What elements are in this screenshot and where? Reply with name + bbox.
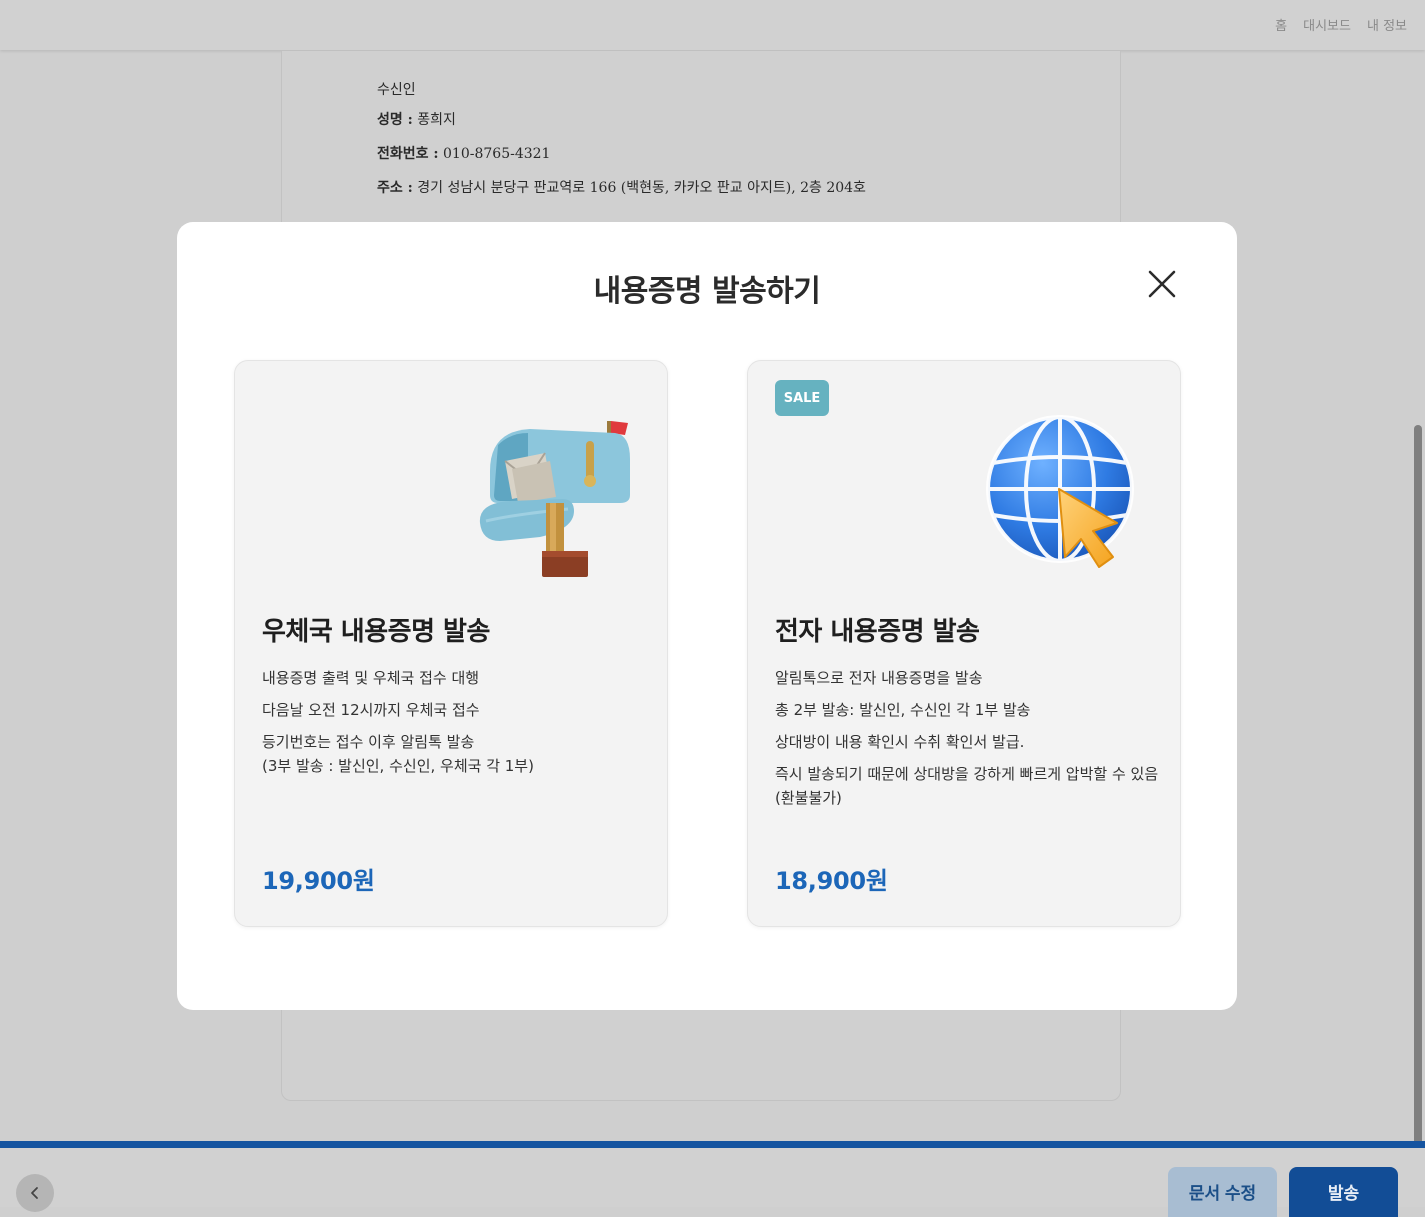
electronic-card-details: 알림톡으로 전자 내용증명을 발송 총 2부 발송: 발신인, 수신인 각 1부…	[775, 666, 1170, 818]
recipient-name-row: 성명 : 퐁희지	[377, 109, 866, 129]
detail-line: 총 2부 발송: 발신인, 수신인 각 1부 발송	[775, 701, 1031, 719]
electronic-option-card[interactable]: SALE 전자 내용증명 발송 알림톡으로 전자 내용증명을 발송 총 2부 발…	[747, 360, 1181, 927]
electronic-card-title: 전자 내용증명 발송	[775, 617, 980, 647]
detail-line: 즉시 발송되기 때문에 상대방을 강하게 빠르게 압박할 수 있음 (환불불가)	[775, 765, 1159, 807]
phone-value: 010-8765-4321	[443, 146, 551, 162]
recipient-heading: 수신인	[377, 82, 416, 98]
detail-line: 내용증명 출력 및 우체국 접수 대행	[262, 669, 480, 687]
recipient-address-row: 주소 : 경기 성남시 분당구 판교역로 166 (백현동, 카카오 판교 아지…	[377, 177, 866, 197]
nav-dashboard-link[interactable]: 대시보드	[1303, 15, 1351, 34]
detail-line: 다음날 오전 12시까지 우체국 접수	[262, 701, 480, 719]
close-icon[interactable]	[1145, 267, 1179, 301]
back-button[interactable]	[16, 1174, 54, 1212]
nav-my-info-link[interactable]: 내 정보	[1367, 15, 1407, 34]
globe-cursor-icon	[986, 415, 1134, 568]
modal-title: 내용증명 발송하기	[593, 274, 821, 309]
recipient-phone-row: 전화번호 : 010-8765-4321	[377, 143, 866, 163]
send-button[interactable]: 발송	[1289, 1167, 1398, 1217]
electronic-price: 18,900원	[775, 867, 888, 895]
sale-badge: SALE	[775, 380, 829, 416]
bottom-accent-line	[0, 1141, 1425, 1148]
edit-document-label: 문서 수정	[1188, 1183, 1257, 1203]
post-office-card-title: 우체국 내용증명 발송	[262, 617, 490, 647]
recipient-block: 수신인 성명 : 퐁희지 전화번호 : 010-8765-4321 주소 : 경…	[377, 79, 866, 211]
top-nav: 홈 대시보드 내 정보	[1275, 15, 1407, 34]
mailbox-icon	[479, 421, 630, 577]
name-label: 성명 :	[377, 112, 413, 128]
post-office-card-details: 내용증명 출력 및 우체국 접수 대행 다음날 오전 12시까지 우체국 접수 …	[262, 666, 657, 786]
page-scrollbar[interactable]	[1414, 425, 1422, 1145]
top-bar: 홈 대시보드 내 정보	[0, 0, 1425, 50]
detail-line: 등기번호는 접수 이후 알림톡 발송 (3부 발송 : 발신인, 수신인, 우체…	[262, 733, 534, 775]
address-label: 주소 :	[377, 180, 413, 196]
send-certification-modal: 내용증명 발송하기 우체국 내용증명 발송 내용증명 출력 및 우체국 접수 대…	[177, 222, 1237, 1010]
name-value: 퐁희지	[417, 112, 456, 128]
detail-line: 알림톡으로 전자 내용증명을 발송	[775, 669, 983, 687]
phone-label: 전화번호 :	[377, 146, 439, 162]
detail-line: 상대방이 내용 확인시 수취 확인서 발급.	[775, 733, 1025, 751]
nav-home-link[interactable]: 홈	[1275, 15, 1287, 34]
address-value: 경기 성남시 분당구 판교역로 166 (백현동, 카카오 판교 아지트), 2…	[417, 180, 866, 196]
send-label: 발송	[1327, 1183, 1360, 1203]
post-office-option-card[interactable]: 우체국 내용증명 발송 내용증명 출력 및 우체국 접수 대행 다음날 오전 1…	[234, 360, 668, 927]
edit-document-button[interactable]: 문서 수정	[1168, 1167, 1277, 1217]
chevron-left-icon	[31, 1187, 38, 1199]
post-office-price: 19,900원	[262, 867, 375, 895]
